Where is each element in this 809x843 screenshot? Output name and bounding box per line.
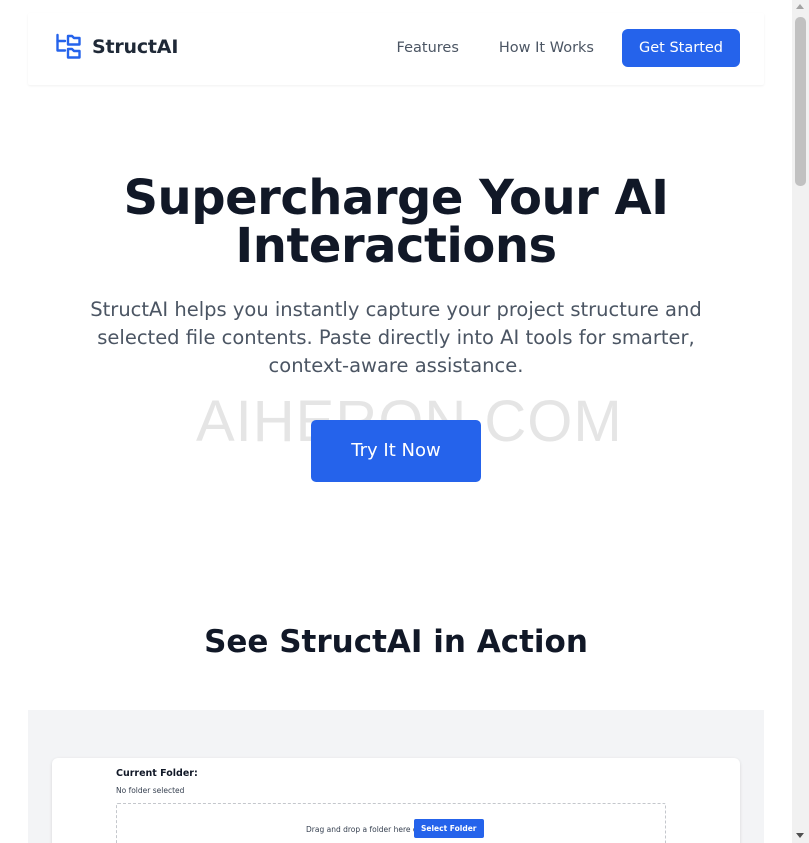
hero-subtitle: StructAI helps you instantly capture you… — [90, 298, 702, 377]
nav-link-how-it-works[interactable]: How It Works — [499, 40, 594, 56]
nav-link-features[interactable]: Features — [397, 40, 459, 56]
drop-zone-text: Drag and drop a folder here or — [306, 825, 421, 834]
demo-section: Current Folder: No folder selected Drag … — [28, 710, 764, 843]
brand-name: StructAI — [92, 36, 179, 58]
get-started-button[interactable]: Get Started — [622, 29, 740, 67]
hero-title: Supercharge Your AI Interactions — [123, 170, 669, 274]
current-folder-label: Current Folder: — [116, 768, 198, 779]
scroll-up-arrow-icon[interactable] — [796, 4, 804, 9]
main-nav: Features How It Works Get Started — [397, 29, 740, 67]
folder-drop-zone[interactable]: Drag and drop a folder here or Select Fo… — [116, 803, 666, 843]
folder-tree-icon — [54, 33, 83, 61]
brand-logo[interactable]: StructAI — [54, 33, 178, 61]
vertical-scrollbar[interactable] — [792, 0, 809, 843]
select-folder-button[interactable]: Select Folder — [414, 819, 484, 838]
site-header: StructAI Features How It Works Get Start… — [28, 13, 764, 85]
page: StructAI Features How It Works Get Start… — [0, 0, 792, 843]
current-folder-value: No folder selected — [116, 786, 185, 795]
section-title: See StructAI in Action — [204, 624, 588, 660]
scroll-down-arrow-icon[interactable] — [796, 833, 804, 838]
demo-card: Current Folder: No folder selected Drag … — [52, 758, 740, 843]
scrollbar-thumb[interactable] — [795, 17, 806, 186]
try-it-now-button[interactable]: Try It Now — [311, 420, 481, 482]
